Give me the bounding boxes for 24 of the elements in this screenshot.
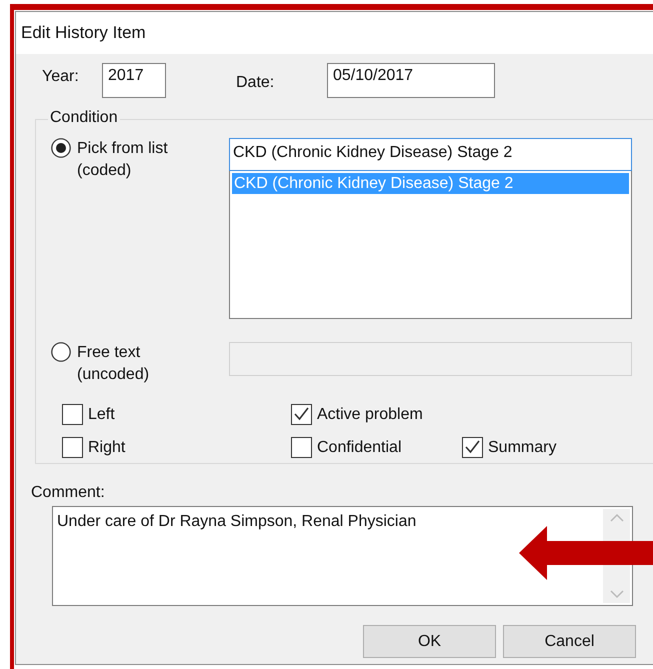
dialog-button[interactable]: OK	[363, 625, 496, 658]
checkbox[interactable]	[291, 437, 312, 458]
radio-button[interactable]	[51, 138, 71, 158]
checkbox-label: Summary	[488, 438, 556, 456]
checkbox[interactable]	[291, 404, 312, 425]
radio-label: Free text (uncoded)	[77, 343, 150, 385]
condition-combo-field[interactable]: CKD (Chronic Kidney Disease) Stage 2	[229, 138, 632, 171]
checkbox-label: Confidential	[317, 438, 402, 456]
date-label: Date:	[236, 74, 276, 92]
checkbox[interactable]	[62, 437, 83, 458]
checkbox[interactable]	[62, 404, 83, 425]
year-field[interactable]: 2017	[102, 63, 166, 98]
window-title: Edit History Item	[21, 23, 146, 43]
checkbox[interactable]	[462, 437, 483, 458]
radio-button[interactable]	[51, 342, 71, 362]
date-field[interactable]: 05/10/2017	[327, 63, 495, 98]
year-label: Year:	[42, 68, 80, 86]
checkbox-label: Active problem	[317, 406, 423, 424]
checkbox-label: Left	[88, 406, 115, 424]
comment-text: Under care of Dr Rayna Simpson, Renal Physician	[56, 512, 418, 532]
radio-label: Pick from list (coded)	[77, 139, 168, 181]
checkbox-label: Right	[88, 438, 126, 456]
dialog-button[interactable]: Cancel	[503, 625, 636, 658]
comment-label: Comment:	[31, 484, 106, 502]
